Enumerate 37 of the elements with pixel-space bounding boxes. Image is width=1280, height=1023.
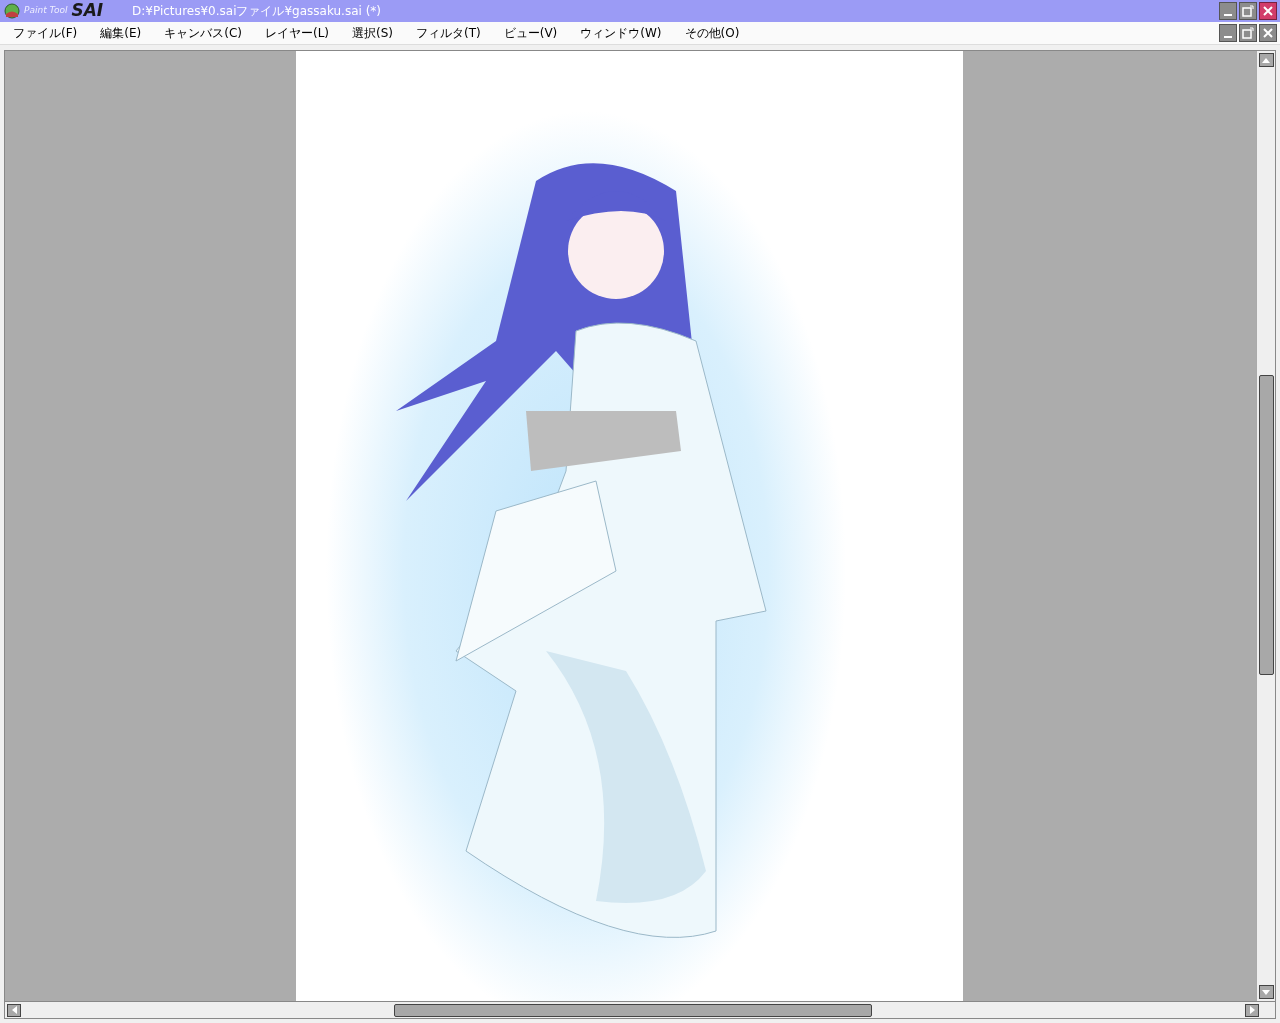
restore-icon	[1242, 26, 1254, 39]
menu-item[interactable]: ウィンドウ(W)	[574, 23, 668, 42]
minimize-button[interactable]	[1219, 1, 1237, 20]
scroll-left-button[interactable]	[7, 1003, 21, 1017]
logo-icon	[4, 2, 20, 19]
window-title: D:¥Pictures¥0.saiファイル¥gassaku.sai (*)	[132, 2, 382, 20]
scroll-down-button[interactable]	[1258, 985, 1274, 999]
scroll-up-button[interactable]	[1258, 53, 1274, 67]
menu-item[interactable]: 選択(S)	[346, 23, 399, 42]
close-button[interactable]	[1259, 23, 1277, 42]
scroll-right-button[interactable]	[1245, 1003, 1259, 1017]
scroll-thumb[interactable]	[1258, 375, 1274, 675]
scroll-thumb[interactable]	[394, 1003, 872, 1017]
menu-item[interactable]: その他(O)	[678, 23, 746, 42]
left-arrow-icon	[11, 1006, 17, 1014]
restore-button[interactable]	[1239, 23, 1257, 42]
menu-item[interactable]: ビュー(V)	[497, 23, 564, 42]
menu-item[interactable]: キャンバス(C)	[158, 23, 248, 42]
minimize-icon	[1224, 13, 1232, 16]
logo-text: Paint Tool	[24, 6, 68, 16]
minimize-button[interactable]	[1219, 23, 1237, 42]
restore-button[interactable]	[1239, 1, 1257, 20]
restore-icon	[1242, 4, 1254, 17]
close-button[interactable]	[1259, 1, 1277, 20]
menu-item[interactable]: フィルタ(T)	[410, 23, 487, 42]
right-arrow-icon	[1249, 1006, 1255, 1014]
menu-item[interactable]: 編集(E)	[94, 23, 148, 42]
close-icon	[1263, 5, 1273, 16]
close-icon	[1263, 27, 1273, 38]
horizontal-scrollbar[interactable]	[4, 1002, 1276, 1019]
minimize-icon	[1224, 35, 1232, 38]
up-arrow-icon	[1262, 57, 1270, 63]
vertical-scrollbar[interactable]	[1256, 51, 1275, 1001]
down-arrow-icon	[1262, 989, 1270, 995]
menu-item[interactable]: ファイル(F)	[7, 23, 84, 42]
menu-item[interactable]: レイヤー(L)	[258, 23, 336, 42]
logo-text: SAI	[71, 2, 104, 20]
